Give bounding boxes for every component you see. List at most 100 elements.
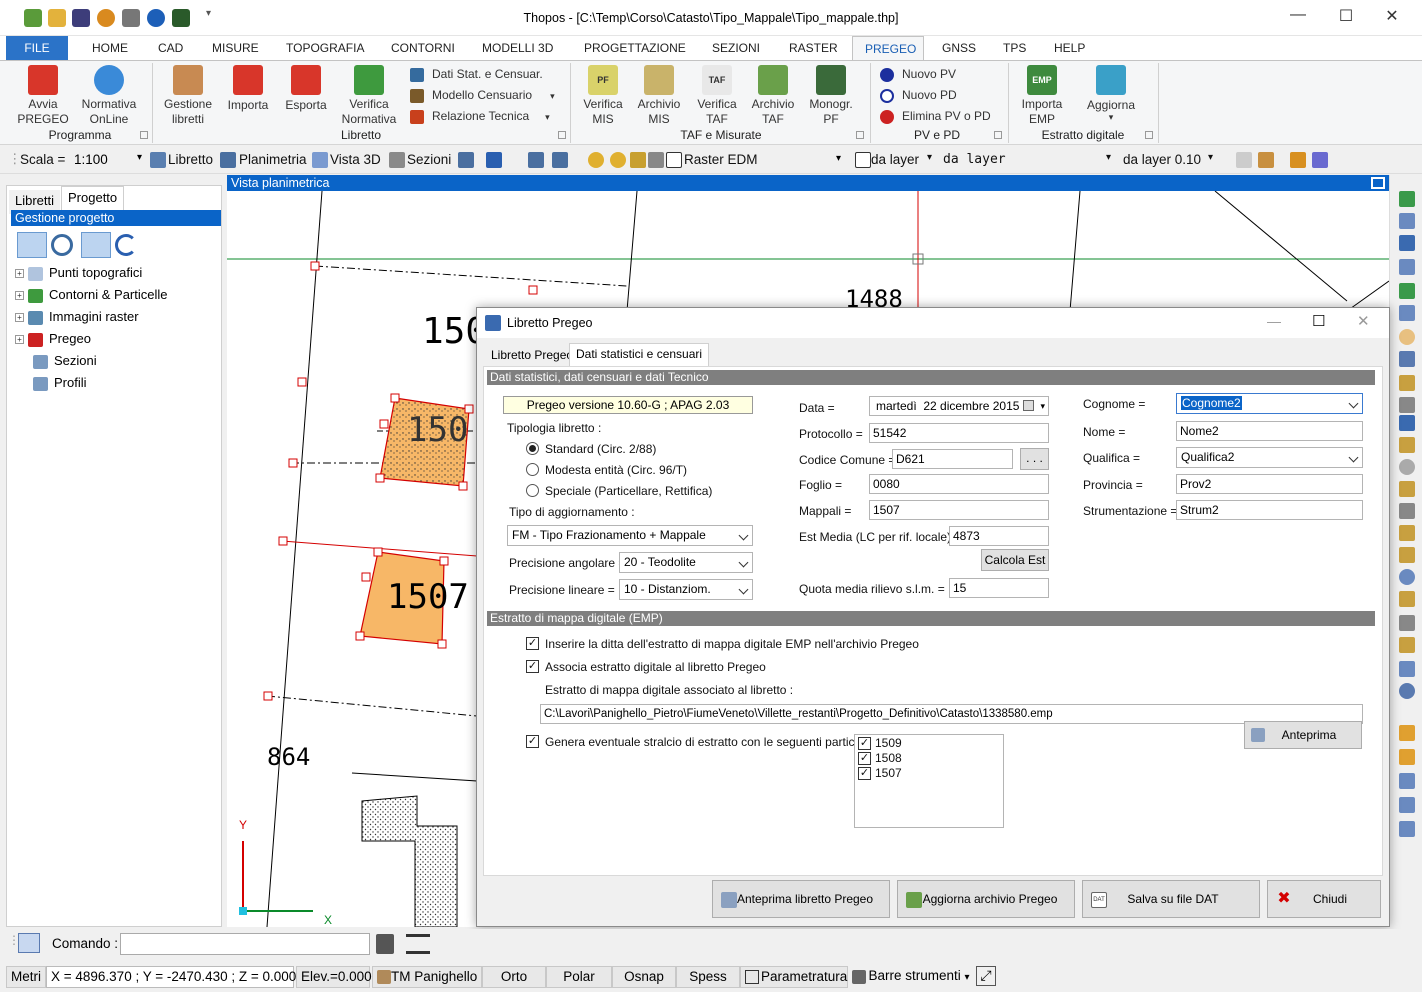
zoom-extents-icon[interactable] xyxy=(1399,191,1415,207)
tm-status[interactable]: TM Panighello xyxy=(372,966,482,988)
point-101-icon[interactable] xyxy=(1399,415,1415,431)
radio-speciale[interactable] xyxy=(526,484,539,497)
chiudi-button[interactable]: ✖ Chiudi xyxy=(1267,880,1381,918)
relazione-tecnica-button[interactable]: Relazione Tecnica ▾ xyxy=(410,107,550,125)
normativa-online-button[interactable]: Normativa OnLine xyxy=(76,65,142,127)
tab-libretto-pregeo[interactable]: Libretto Pregeo xyxy=(485,345,580,366)
particella-checkbox[interactable]: ✓ xyxy=(858,737,871,750)
stack-icon[interactable] xyxy=(1399,821,1415,837)
gestione-libretti-button[interactable]: Gestione libretti xyxy=(158,65,218,127)
intersect-icon[interactable] xyxy=(1399,503,1415,519)
chevron-down-icon[interactable]: ▾ xyxy=(545,112,550,122)
precisione-angolare-select[interactable]: 20 - Teodolite xyxy=(619,552,753,573)
importa-button[interactable]: Importa xyxy=(222,65,274,113)
dialog-minimize-button[interactable]: — xyxy=(1267,313,1281,329)
tab-progettazione[interactable]: PROGETTAZIONE xyxy=(572,36,698,60)
calendar-icon[interactable] xyxy=(1023,400,1034,411)
qualifica-select[interactable]: Qualifica2 xyxy=(1176,447,1363,468)
diagonal-icon[interactable] xyxy=(1399,637,1415,653)
list-icon[interactable] xyxy=(406,934,430,954)
avvia-pregeo-button[interactable]: Avvia PREGEO xyxy=(14,65,72,127)
tree-item-profili[interactable]: Profili xyxy=(33,374,87,392)
command-history-icon[interactable] xyxy=(18,933,40,953)
aggiorna-button[interactable]: Aggiorna ▾ xyxy=(1082,65,1140,122)
match-properties-icon[interactable] xyxy=(1290,152,1306,168)
expand-icon[interactable]: + xyxy=(15,335,24,345)
tipo-aggiornamento-select[interactable]: FM - Tipo Frazionamento + Mappale xyxy=(507,525,753,546)
magnifier-icon[interactable] xyxy=(51,234,73,256)
archivio-taf-button[interactable]: Archivio TAF xyxy=(748,65,798,127)
est-media-input[interactable]: 4873 xyxy=(949,526,1049,546)
zoom-previous-icon[interactable] xyxy=(1399,283,1415,299)
printer-icon[interactable] xyxy=(648,152,664,168)
tree-item-contorni[interactable]: + Contorni & Particelle xyxy=(15,286,168,304)
nuovo-pd-button[interactable]: Nuovo PD xyxy=(880,86,957,104)
tree-item-raster[interactable]: + Immagini raster xyxy=(15,308,139,326)
codice-comune-input[interactable]: D621 xyxy=(892,449,1013,469)
tab-sezioni[interactable]: SEZIONI xyxy=(700,36,772,60)
chevron-down-icon[interactable]: ▾ xyxy=(1208,152,1213,163)
dialog-close-button[interactable]: ✕ xyxy=(1357,312,1370,330)
panels-icon[interactable] xyxy=(486,152,502,168)
perpendicular-icon[interactable] xyxy=(1399,525,1415,541)
sezioni-button[interactable]: Sezioni xyxy=(407,152,451,167)
layers-icon[interactable] xyxy=(528,152,544,168)
chevron-down-icon[interactable]: ▾ xyxy=(1040,397,1045,415)
calcola-est-button[interactable]: Calcola Est xyxy=(981,549,1049,571)
protocollo-input[interactable]: 51542 xyxy=(869,423,1049,443)
lineweight-value[interactable]: da layer 0.10 xyxy=(1123,152,1201,167)
elimina-pv-pd-button[interactable]: Elimina PV o PD xyxy=(880,107,991,125)
libretto-view-button[interactable]: Libretto xyxy=(168,152,213,167)
chevron-down-icon[interactable]: ▾ xyxy=(1082,113,1140,122)
tab-pregeo[interactable]: PREGEO xyxy=(852,36,924,60)
parametratura-toggle[interactable]: Parametratura xyxy=(740,966,848,988)
layout-icon[interactable] xyxy=(458,152,474,168)
tree-item-pregeo[interactable]: + Pregeo xyxy=(15,330,91,348)
angle-tool-icon[interactable] xyxy=(1399,481,1415,497)
tab-misure[interactable]: MISURE xyxy=(200,36,271,60)
tab-file[interactable]: FILE xyxy=(6,36,68,60)
list-icon[interactable] xyxy=(1399,773,1415,789)
dialog-maximize-button[interactable]: ☐ xyxy=(1312,312,1325,330)
ruler-icon[interactable] xyxy=(1399,725,1415,741)
star-point-icon[interactable] xyxy=(1399,661,1415,677)
comando-input[interactable] xyxy=(120,933,370,955)
tab-raster[interactable]: RASTER xyxy=(777,36,850,60)
dati-stat-button[interactable]: Dati Stat. e Censuar. xyxy=(410,65,543,83)
data-date-picker[interactable]: martedì 22 dicembre 2015 ▾ xyxy=(869,396,1049,416)
chk-associa-estratto[interactable]: ✓ xyxy=(526,660,539,673)
zoom-window-icon[interactable] xyxy=(1399,213,1415,229)
screen-icon[interactable] xyxy=(1399,351,1415,367)
zoom-in-icon[interactable] xyxy=(1399,259,1415,275)
monografia-pf-button[interactable]: Monogr. PF xyxy=(806,65,856,127)
group-launcher-icon[interactable] xyxy=(994,131,1002,139)
expand-icon[interactable]: + xyxy=(15,291,24,301)
chk-genera-stralcio[interactable]: ✓ xyxy=(526,735,539,748)
salva-dat-button[interactable]: DAT Salva su file DAT xyxy=(1082,880,1260,918)
esporta-button[interactable]: Esporta xyxy=(280,65,332,113)
modello-censuario-button[interactable]: Modello Censuario ▾ xyxy=(410,86,555,104)
tree-item-sezioni[interactable]: Sezioni xyxy=(33,352,97,370)
strumentazione-input[interactable]: Strum2 xyxy=(1176,500,1363,520)
tab-modelli-3d[interactable]: MODELLI 3D xyxy=(470,36,565,60)
color-swatch-checkbox[interactable] xyxy=(855,152,871,168)
tab-home[interactable]: HOME xyxy=(80,36,140,60)
measure-icon[interactable] xyxy=(1399,375,1415,391)
expand-icon[interactable]: + xyxy=(15,269,24,279)
color-dropdown[interactable]: ▾ xyxy=(836,150,850,170)
lightbulb-icon[interactable] xyxy=(588,152,604,168)
scala-select[interactable]: 1:100 ▾ xyxy=(70,150,144,170)
brush-icon[interactable] xyxy=(1312,152,1328,168)
chevron-down-icon[interactable]: ▾ xyxy=(1106,152,1111,163)
quota-media-input[interactable]: 15 xyxy=(949,578,1049,598)
cognome-combo[interactable]: Cognome2 xyxy=(1176,393,1363,414)
zoom-101-icon[interactable] xyxy=(1399,235,1415,251)
archivio-mis-button[interactable]: Archivio MIS xyxy=(634,65,684,127)
baseline-icon[interactable] xyxy=(1399,547,1415,563)
barre-strumenti-menu[interactable]: Barre strumenti ▾ xyxy=(850,966,974,988)
radio-standard[interactable] xyxy=(526,442,539,455)
circle-point-icon[interactable] xyxy=(1399,569,1415,585)
estratto-path-input[interactable]: C:\Lavori\Panighello_Pietro\FiumeVeneto\… xyxy=(540,704,1363,724)
zoom-out-icon[interactable] xyxy=(1399,305,1415,321)
tab-help[interactable]: HELP xyxy=(1042,36,1097,60)
